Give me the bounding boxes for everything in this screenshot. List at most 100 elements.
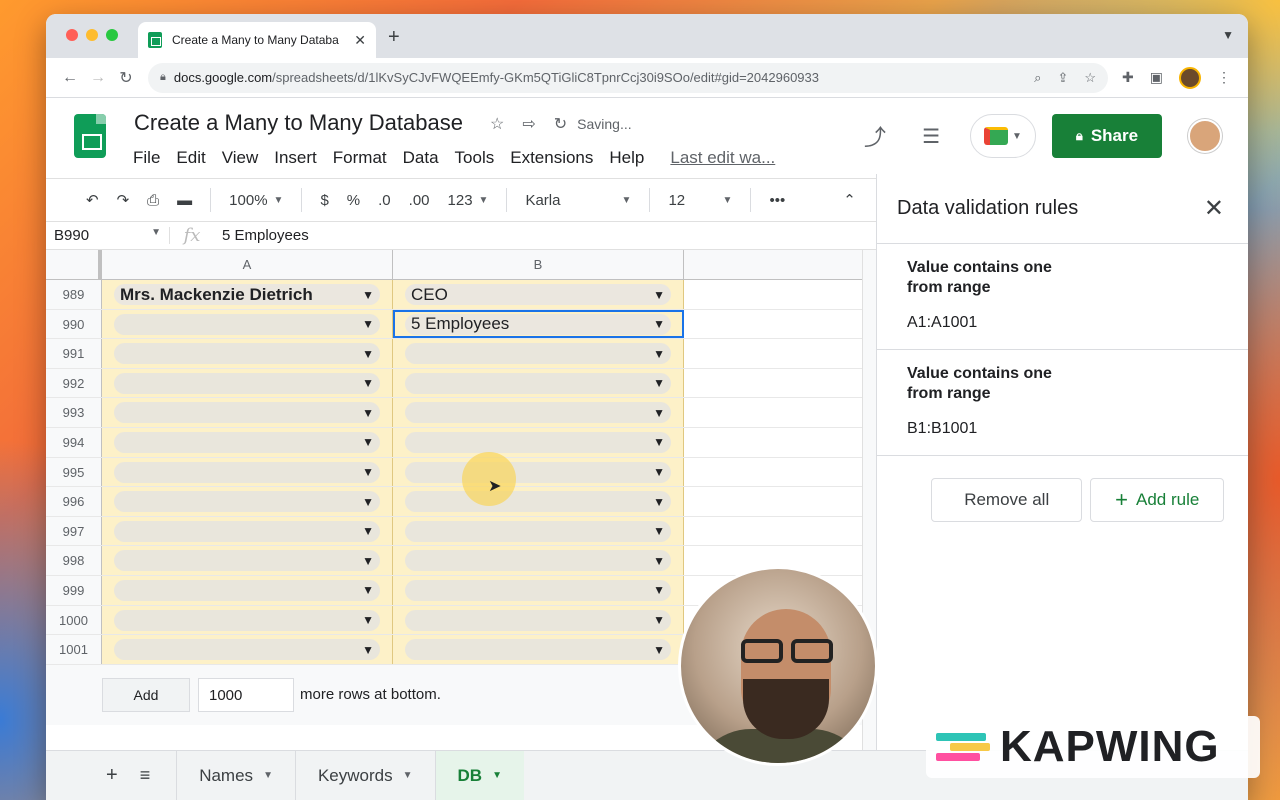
move-folder-icon[interactable]: ⇨ <box>522 114 535 134</box>
dropdown-chip[interactable]: ▼ <box>114 343 380 365</box>
close-window-button[interactable] <box>66 29 78 41</box>
more-formats-select[interactable]: 123 ▼ <box>448 192 489 209</box>
dropdown-chip[interactable]: ▼ <box>405 402 671 424</box>
dropdown-chip[interactable]: ▼ <box>405 491 671 513</box>
dropdown-arrow-icon[interactable]: ▼ <box>653 347 665 361</box>
dropdown-arrow-icon[interactable]: ▼ <box>653 465 665 479</box>
dropdown-arrow-icon[interactable]: ▼ <box>362 613 374 627</box>
menu-file[interactable]: File <box>133 148 160 168</box>
select-all-corner[interactable] <box>46 250 102 279</box>
cell-a[interactable]: ▼ <box>102 546 393 575</box>
cell-a[interactable]: ▼ <box>102 635 393 664</box>
browser-menu-icon[interactable]: ⋮ <box>1217 69 1231 86</box>
sheet-tab-keywords[interactable]: Keywords ▼ <box>294 750 435 800</box>
menu-tools[interactable]: Tools <box>455 148 495 168</box>
sheet-tab-db[interactable]: DB ▼ <box>434 750 524 800</box>
dropdown-chip[interactable]: ▼ <box>405 520 671 542</box>
add-rule-button[interactable]: + Add rule <box>1090 478 1224 522</box>
cell-a[interactable]: ▼ <box>102 398 393 427</box>
dropdown-arrow-icon[interactable]: ▼ <box>653 554 665 568</box>
dropdown-arrow-icon[interactable]: ▼ <box>362 554 374 568</box>
cell-b[interactable]: ▼ <box>393 368 684 398</box>
cell-b[interactable]: ▼ <box>393 575 684 605</box>
dropdown-arrow-icon[interactable]: ▼ <box>362 376 374 390</box>
share-page-icon[interactable]: ⇪ <box>1057 70 1068 86</box>
dropdown-chip[interactable]: CEO ▼ <box>405 284 671 305</box>
cell-b[interactable]: 5 Employees ▼ <box>393 309 684 339</box>
increase-decimal-button[interactable]: .00 <box>409 192 430 209</box>
dropdown-chip[interactable]: 5 Employees ▼ <box>405 313 671 335</box>
extensions-puzzle-icon[interactable]: ✚ <box>1122 69 1134 86</box>
reload-icon[interactable]: ↻ <box>112 68 140 88</box>
column-header-a[interactable]: A <box>102 250 393 279</box>
cell-b[interactable]: ▼ <box>393 398 684 427</box>
menu-format[interactable]: Format <box>333 148 387 168</box>
paint-format-icon[interactable]: ▬ <box>177 192 192 209</box>
forward-icon[interactable]: → <box>84 69 112 87</box>
cell-a[interactable]: ▼ <box>102 487 393 516</box>
dropdown-chip[interactable]: ▼ <box>114 372 380 394</box>
meet-button[interactable]: ▼ <box>970 114 1036 158</box>
menu-help[interactable]: Help <box>609 148 644 168</box>
row-number[interactable]: 996 <box>46 487 102 516</box>
dropdown-chip[interactable]: ▼ <box>114 461 380 483</box>
undo-icon[interactable]: ↶ <box>86 191 99 209</box>
dropdown-arrow-icon[interactable]: ▼ <box>362 583 374 597</box>
remove-all-button[interactable]: Remove all <box>931 478 1083 522</box>
new-tab-icon[interactable]: + <box>388 26 400 49</box>
dropdown-arrow-icon[interactable]: ▼ <box>653 495 665 509</box>
dropdown-arrow-icon[interactable]: ▼ <box>362 288 374 302</box>
cell-b[interactable]: ▼ <box>393 516 684 546</box>
font-select[interactable]: Karla ▼ <box>525 192 631 209</box>
dropdown-chip[interactable]: ▼ <box>405 550 671 572</box>
account-avatar[interactable] <box>1188 119 1222 153</box>
dropdown-arrow-icon[interactable]: ▼ <box>362 435 374 449</box>
dropdown-chip[interactable]: ▼ <box>405 431 671 453</box>
menu-edit[interactable]: Edit <box>176 148 205 168</box>
dropdown-chip[interactable]: ▼ <box>114 491 380 513</box>
row-number[interactable]: 999 <box>46 575 102 605</box>
dropdown-chip[interactable]: ▼ <box>405 639 671 661</box>
dropdown-arrow-icon[interactable]: ▼ <box>653 376 665 390</box>
percent-button[interactable]: % <box>347 192 360 209</box>
dropdown-chip[interactable]: ▼ <box>114 313 380 335</box>
menu-data[interactable]: Data <box>403 148 439 168</box>
dropdown-chip[interactable]: ▼ <box>405 579 671 601</box>
dropdown-arrow-icon[interactable]: ▼ <box>362 317 374 331</box>
sheets-logo-icon[interactable] <box>74 114 106 158</box>
activity-trend-icon[interactable]: ⤴ <box>864 120 886 152</box>
dropdown-arrow-icon[interactable]: ▼ <box>653 583 665 597</box>
cell-b[interactable]: ▼ <box>393 427 684 457</box>
minimize-window-button[interactable] <box>86 29 98 41</box>
print-icon[interactable]: ⎙ <box>147 192 159 209</box>
share-button[interactable]: 🔒︎ Share <box>1052 114 1162 158</box>
cell-b[interactable]: CEO ▼ <box>393 280 684 309</box>
menu-view[interactable]: View <box>222 148 259 168</box>
decrease-decimal-button[interactable]: .0 <box>378 192 391 209</box>
row-number[interactable]: 997 <box>46 516 102 546</box>
star-icon[interactable]: ☆ <box>490 114 504 134</box>
dropdown-arrow-icon[interactable]: ▼ <box>362 495 374 509</box>
dropdown-arrow-icon[interactable]: ▼ <box>653 435 665 449</box>
zoom-icon[interactable]: ⌕ <box>1034 70 1041 86</box>
dropdown-arrow-icon[interactable]: ▼ <box>362 347 374 361</box>
dropdown-chip[interactable]: ▼ <box>114 609 380 631</box>
dropdown-chip[interactable]: ▼ <box>405 609 671 631</box>
dropdown-chip[interactable]: ▼ <box>114 520 380 542</box>
formula-input[interactable]: 5 Employees <box>214 227 309 244</box>
cell-a[interactable]: ▼ <box>102 605 393 635</box>
maximize-window-button[interactable] <box>106 29 118 41</box>
rows-count-input[interactable]: 1000 <box>198 677 294 712</box>
dropdown-arrow-icon[interactable]: ▼ <box>362 643 374 657</box>
cell-b[interactable]: ▼ <box>393 457 684 487</box>
tab-search-chevron-icon[interactable]: ▼ <box>1222 28 1234 42</box>
cell-a[interactable]: Mrs. Mackenzie Dietrich ▼ <box>102 280 393 309</box>
doc-title[interactable]: Create a Many to Many Database <box>134 110 463 136</box>
redo-icon[interactable]: ↷ <box>117 191 130 209</box>
dropdown-arrow-icon[interactable]: ▼ <box>362 465 374 479</box>
browser-tab[interactable]: Create a Many to Many Databa ✕ <box>138 22 376 58</box>
row-number[interactable]: 1001 <box>46 635 102 664</box>
back-icon[interactable]: ← <box>56 69 84 87</box>
row-number[interactable]: 998 <box>46 546 102 575</box>
cell-a[interactable]: ▼ <box>102 516 393 546</box>
